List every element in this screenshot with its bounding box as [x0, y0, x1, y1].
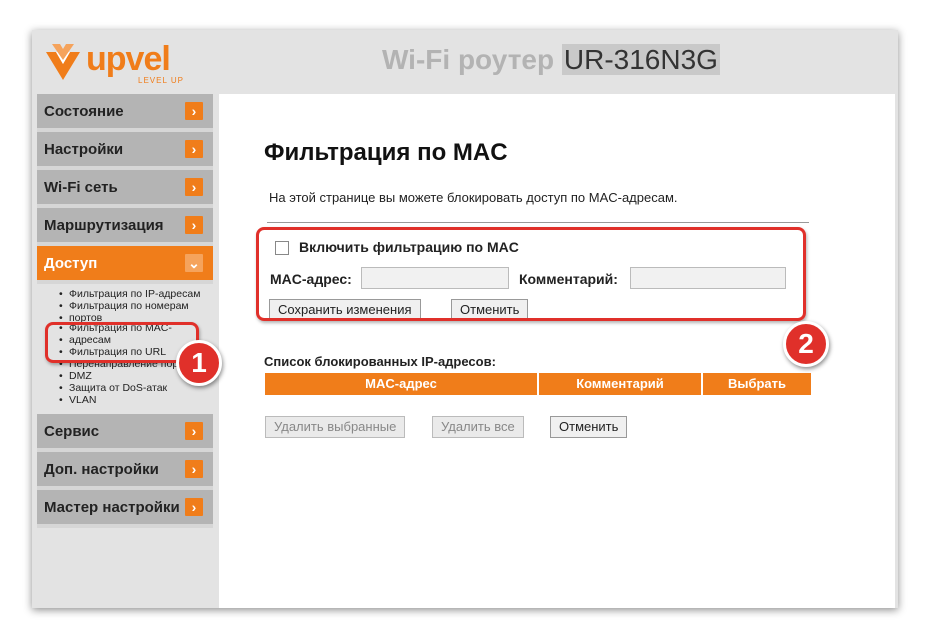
sidebar-item-access[interactable]: Доступ ⌄ — [37, 246, 213, 284]
chevron-right-icon: › — [185, 422, 203, 440]
chevron-right-icon: › — [185, 460, 203, 478]
upvel-logo: upvel LEVEL UP — [42, 38, 192, 88]
sidebar-item-wizard[interactable]: Мастер настройки › — [37, 490, 213, 528]
chevron-right-icon: › — [185, 102, 203, 120]
delete-all-button[interactable]: Удалить все — [432, 416, 524, 438]
header: upvel LEVEL UP Wi-Fi роутер UR-316N3G — [32, 30, 898, 94]
chevron-right-icon: › — [185, 178, 203, 196]
table-header-select: Выбрать — [703, 373, 811, 395]
sidebar-item-label: Маршрутизация — [44, 217, 164, 234]
chevron-right-icon: › — [185, 498, 203, 516]
submenu-item-dos[interactable]: Защита от DoS-атак — [37, 382, 213, 394]
sidebar-item-settings[interactable]: Настройки › — [37, 132, 213, 170]
blocked-table: MAC-адрес Комментарий Выбрать — [265, 373, 811, 395]
submenu-item-ip-filter[interactable]: Фильтрация по IP-адресам — [37, 288, 213, 300]
chevron-right-icon: › — [185, 216, 203, 234]
delete-selected-button[interactable]: Удалить выбранные — [265, 416, 406, 438]
submenu-item-port-filter[interactable]: Фильтрация по номерам — [37, 300, 213, 312]
chevron-right-icon: › — [185, 140, 203, 158]
sidebar-item-label: Состояние — [44, 103, 124, 120]
divider — [267, 222, 809, 223]
table-header-mac: MAC-адрес — [265, 373, 537, 395]
blocked-list-title: Список блокированных IP-адресов: — [264, 354, 496, 369]
submenu-item-port-filter-cont[interactable]: портов — [37, 312, 213, 322]
sidebar: Состояние › Настройки › Wi-Fi сеть › Мар… — [37, 94, 213, 528]
sidebar-item-label: Мастер настройки — [44, 499, 180, 516]
page-title: Фильтрация по MAC — [264, 139, 508, 166]
sidebar-item-label: Wi-Fi сеть — [44, 179, 118, 196]
chevron-down-icon: ⌄ — [185, 254, 203, 272]
logo-tagline: LEVEL UP — [138, 76, 184, 85]
sidebar-item-label: Настройки — [44, 141, 124, 158]
router-title-text: Wi-Fi роутер — [382, 44, 555, 75]
router-model: UR-316N3G — [561, 44, 720, 75]
highlight-frame-2 — [256, 227, 806, 321]
sidebar-item-label: Доп. настройки — [44, 461, 159, 478]
sidebar-item-service[interactable]: Сервис › — [37, 414, 213, 452]
sidebar-item-advanced[interactable]: Доп. настройки › — [37, 452, 213, 490]
page-description: На этой странице вы можете блокировать д… — [269, 190, 678, 205]
logo-icon — [46, 44, 80, 80]
sidebar-item-status[interactable]: Состояние › — [37, 94, 213, 132]
cancel-button-2[interactable]: Отменить — [550, 416, 628, 438]
table-header-comment: Комментарий — [539, 373, 701, 395]
router-title: Wi-Fi роутер UR-316N3G — [382, 44, 720, 76]
submenu-item-vlan[interactable]: VLAN — [37, 394, 213, 406]
sidebar-item-label: Доступ — [44, 255, 98, 272]
step-badge-1: 1 — [176, 340, 222, 386]
sidebar-item-routing[interactable]: Маршрутизация › — [37, 208, 213, 246]
step-badge-2: 2 — [783, 321, 829, 367]
sidebar-item-label: Сервис — [44, 423, 100, 440]
sidebar-item-wifi[interactable]: Wi-Fi сеть › — [37, 170, 213, 208]
logo-text: upvel — [86, 40, 171, 78]
